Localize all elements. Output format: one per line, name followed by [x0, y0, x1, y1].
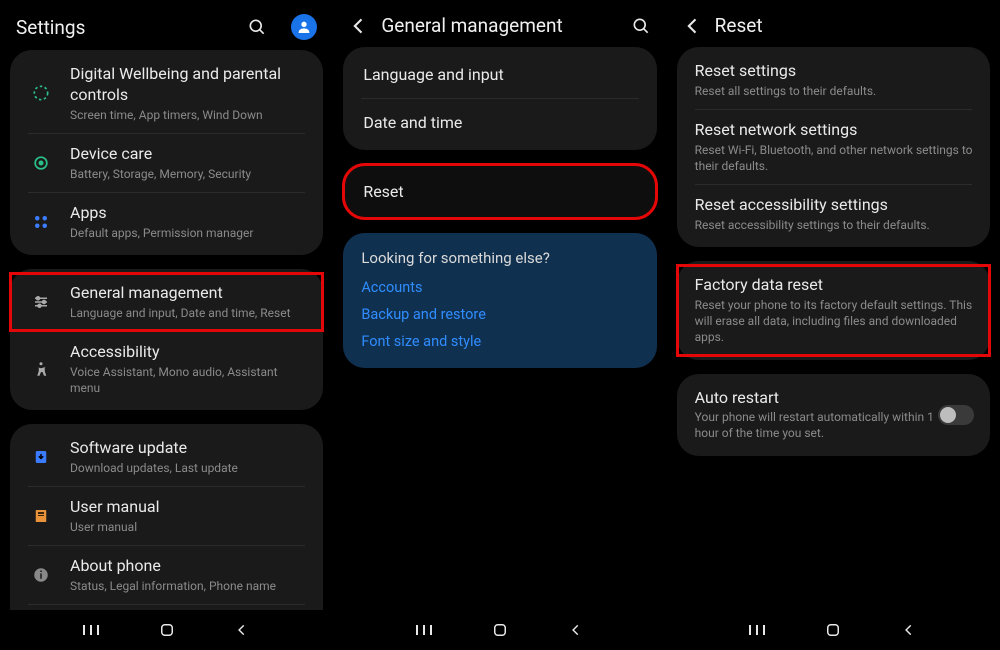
- row-accessibility[interactable]: Accessibility Voice Assistant, Mono audi…: [10, 332, 323, 406]
- page-title: Reset: [715, 14, 984, 37]
- general-management-icon: [26, 293, 56, 311]
- navbar: [667, 610, 1000, 650]
- nav-back-icon[interactable]: [561, 623, 591, 637]
- wellbeing-icon: [26, 83, 56, 103]
- page-title: General management: [381, 14, 620, 37]
- user-manual-icon: [26, 507, 56, 525]
- navbar: [0, 610, 333, 650]
- row-factory-reset[interactable]: Factory data reset Reset your phone to i…: [677, 265, 990, 355]
- back-icon[interactable]: [349, 16, 371, 36]
- device-care-icon: [26, 153, 56, 173]
- navbar: [333, 610, 666, 650]
- row-digital-wellbeing[interactable]: Digital Wellbeing and parental controls …: [10, 54, 323, 133]
- accessibility-icon: [26, 360, 56, 378]
- row-developer-options[interactable]: Developer options Developer options: [10, 605, 323, 610]
- row-user-manual[interactable]: User manual User manual: [10, 487, 323, 545]
- link-backup-restore[interactable]: Backup and restore: [361, 306, 638, 323]
- back-icon[interactable]: [683, 16, 705, 36]
- nav-home-icon[interactable]: [485, 621, 515, 639]
- settings-group: Digital Wellbeing and parental controls …: [10, 50, 323, 255]
- settings-group: General management Language and input, D…: [10, 269, 323, 410]
- reset-list: Reset settings Reset all settings to the…: [667, 47, 1000, 610]
- header: General management: [333, 0, 666, 47]
- row-reset-accessibility[interactable]: Reset accessibility settings Reset acces…: [677, 185, 990, 243]
- factory-group: Factory data reset Reset your phone to i…: [677, 261, 990, 359]
- row-reset[interactable]: Reset: [343, 168, 656, 215]
- info-icon: [26, 566, 56, 584]
- profile-avatar-icon[interactable]: [291, 14, 317, 40]
- header: Settings: [0, 0, 333, 50]
- settings-group: Software update Download updates, Last u…: [10, 424, 323, 610]
- link-accounts[interactable]: Accounts: [361, 279, 638, 296]
- nav-back-icon[interactable]: [894, 623, 924, 637]
- looking-for-card: Looking for something else? Accounts Bac…: [343, 233, 656, 368]
- gm-list: Language and input Date and time Reset L…: [333, 47, 666, 610]
- row-apps[interactable]: Apps Default apps, Permission manager: [10, 193, 323, 251]
- nav-back-icon[interactable]: [227, 623, 257, 637]
- row-general-management[interactable]: General management Language and input, D…: [10, 273, 323, 331]
- row-date-time[interactable]: Date and time: [343, 99, 656, 146]
- auto-restart-group: Auto restart Your phone will restart aut…: [677, 374, 990, 456]
- row-reset-settings[interactable]: Reset settings Reset all settings to the…: [677, 51, 990, 109]
- nav-recents-icon[interactable]: [76, 623, 106, 637]
- looking-for-heading: Looking for something else?: [361, 249, 638, 267]
- search-icon[interactable]: [631, 16, 651, 36]
- nav-home-icon[interactable]: [152, 621, 182, 639]
- gm-group-reset: Reset: [343, 164, 656, 219]
- row-reset-network[interactable]: Reset network settings Reset Wi-Fi, Blue…: [677, 110, 990, 184]
- nav-recents-icon[interactable]: [409, 623, 439, 637]
- row-auto-restart[interactable]: Auto restart Your phone will restart aut…: [677, 378, 990, 452]
- auto-restart-toggle[interactable]: [938, 405, 974, 425]
- header: Reset: [667, 0, 1000, 47]
- apps-icon: [26, 213, 56, 231]
- nav-home-icon[interactable]: [818, 621, 848, 639]
- screen-settings: Settings Digital Wellbeing and parental …: [0, 0, 333, 650]
- nav-recents-icon[interactable]: [742, 623, 772, 637]
- page-title: Settings: [16, 16, 237, 39]
- row-language-input[interactable]: Language and input: [343, 51, 656, 98]
- reset-group: Reset settings Reset all settings to the…: [677, 47, 990, 247]
- settings-list: Digital Wellbeing and parental controls …: [0, 50, 333, 610]
- search-icon[interactable]: [247, 17, 267, 37]
- screen-reset: Reset Reset settings Reset all settings …: [667, 0, 1000, 650]
- gm-group: Language and input Date and time: [343, 47, 656, 150]
- row-about-phone[interactable]: About phone Status, Legal information, P…: [10, 546, 323, 604]
- screen-general-management: General management Language and input Da…: [333, 0, 666, 650]
- row-device-care[interactable]: Device care Battery, Storage, Memory, Se…: [10, 134, 323, 192]
- software-update-icon: [26, 448, 56, 466]
- link-font-size-style[interactable]: Font size and style: [361, 333, 638, 350]
- row-software-update[interactable]: Software update Download updates, Last u…: [10, 428, 323, 486]
